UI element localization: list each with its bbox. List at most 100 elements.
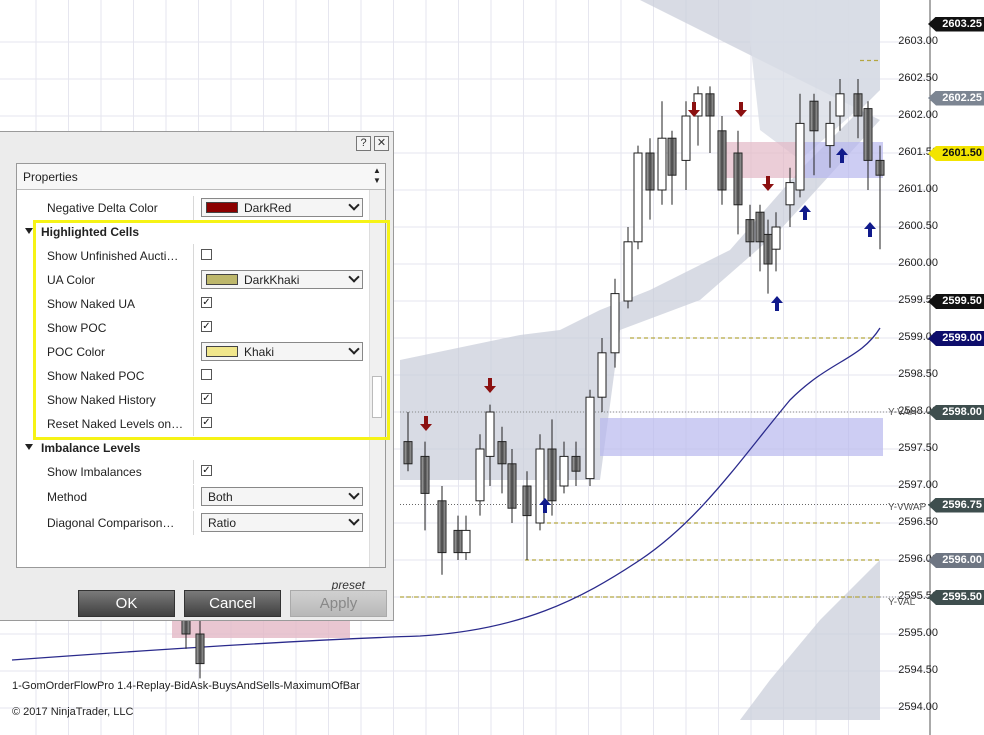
candle-body	[507, 463, 517, 509]
expand-triangle-icon[interactable]	[25, 444, 33, 450]
help-button[interactable]: ?	[356, 136, 371, 151]
candle-body	[597, 352, 607, 398]
candle-body	[535, 448, 545, 524]
cancel-button[interactable]: Cancel	[184, 590, 281, 617]
candle-body	[547, 448, 557, 502]
level-label-val: Y-VAL	[888, 597, 916, 608]
property-label: Method	[47, 490, 88, 504]
close-button[interactable]: ✕	[374, 136, 389, 151]
column-divider	[193, 511, 194, 535]
candle-body	[755, 211, 765, 243]
highlight-annotation	[33, 220, 390, 440]
candle-body	[809, 100, 819, 132]
candle-body	[785, 182, 795, 206]
candle-body	[763, 233, 773, 265]
price-tag: 2602.25	[928, 90, 984, 106]
candle-body	[875, 159, 885, 176]
candle-body	[745, 219, 755, 243]
buy-arrow	[864, 222, 876, 237]
candle-body	[657, 137, 667, 191]
ok-button[interactable]: OK	[78, 590, 175, 617]
candle-body	[667, 137, 677, 176]
dropdown-value: Both	[208, 490, 233, 504]
candle-body	[681, 115, 691, 161]
candle-body	[623, 241, 633, 302]
candle-body	[453, 529, 463, 554]
property-row[interactable]: Negative Delta Color DarkRed	[17, 196, 371, 220]
value-area-lower	[740, 560, 880, 720]
candle-body	[461, 529, 471, 554]
price-tag: 2599.00	[928, 331, 984, 346]
candle-body	[733, 152, 743, 206]
price-axis-label: 2595.00	[898, 627, 938, 639]
candle-body	[585, 396, 595, 480]
price-axis-label: 2603.00	[898, 35, 938, 47]
candle-body	[403, 441, 413, 465]
property-label: Show Imbalances	[47, 465, 142, 479]
buy-arrow	[771, 296, 783, 311]
chevron-down-icon	[348, 488, 360, 500]
candle-body	[485, 411, 495, 457]
price-axis-label: 2600.00	[898, 257, 938, 269]
chevron-down-icon	[348, 514, 360, 526]
price-tag: 2595.50	[928, 590, 984, 605]
color-dropdown[interactable]: DarkRed	[201, 198, 363, 217]
candle-body	[571, 455, 581, 472]
candle-body	[181, 618, 191, 635]
candle-body	[705, 93, 715, 117]
column-divider	[193, 485, 194, 509]
level-label-vwap: Y-VWAP	[888, 502, 927, 513]
select-dropdown[interactable]: Both	[201, 487, 363, 506]
column-divider	[193, 196, 194, 220]
price-axis-label: 2601.00	[898, 183, 938, 195]
level-label-vah: Y-VAH	[888, 407, 917, 418]
candle-body	[559, 455, 569, 487]
candle-body	[771, 226, 781, 250]
price-axis-label: 2594.00	[898, 701, 938, 713]
property-row[interactable]: Show Imbalances ✓	[17, 460, 371, 484]
property-row[interactable]: Diagonal Comparison… Ratio	[17, 511, 371, 535]
candle-body	[437, 500, 447, 554]
price-tag: 2598.00	[928, 405, 984, 420]
candle-body	[853, 93, 863, 117]
property-label: Negative Delta Color	[47, 201, 158, 215]
sell-arrow	[735, 102, 747, 117]
candle-body	[475, 448, 485, 502]
price-tag: 2601.50	[928, 146, 984, 161]
price-tag: 2596.00	[928, 553, 984, 568]
properties-header: Properties ▲ ▼	[17, 164, 385, 190]
indicator-label: 1-GomOrderFlowPro 1.4-Replay-BidAsk-Buys…	[12, 680, 360, 692]
property-row[interactable]: Method Both	[17, 485, 371, 509]
apply-button[interactable]: Apply	[290, 590, 387, 617]
color-swatch	[206, 202, 238, 213]
candle-body	[610, 293, 620, 354]
candle-body	[195, 633, 205, 665]
copyright-text: © 2017 NinjaTrader, LLC	[12, 706, 134, 718]
price-axis-label: 2602.50	[898, 72, 938, 84]
price-axis-label: 2602.00	[898, 109, 938, 121]
header-scroll-arrows[interactable]: ▲ ▼	[371, 166, 383, 186]
buy-arrow	[799, 205, 811, 220]
candle-body	[633, 152, 643, 243]
candle-body	[420, 455, 430, 494]
expand-triangle-icon[interactable]	[25, 228, 33, 234]
sell-arrow	[762, 176, 774, 191]
price-axis-label: 2596.50	[898, 516, 938, 528]
chevron-down-icon	[348, 199, 360, 211]
candle-body	[717, 130, 727, 191]
candle-body	[795, 122, 805, 191]
dropdown-value: Ratio	[208, 516, 237, 530]
imbalance-zone-blue	[600, 418, 883, 456]
dropdown-value: DarkRed	[244, 201, 292, 215]
price-tag: 2603.25	[928, 16, 984, 32]
property-label: Diagonal Comparison…	[47, 516, 175, 530]
candle-body	[835, 93, 845, 117]
price-axis-label: 2594.50	[898, 664, 938, 676]
select-dropdown[interactable]: Ratio	[201, 513, 363, 532]
price-axis-label: 2597.50	[898, 442, 938, 454]
candle-body	[497, 441, 507, 465]
price-tag: 2596.75	[928, 497, 984, 513]
candle-body	[522, 485, 532, 517]
checkbox[interactable]: ✓	[201, 465, 212, 476]
price-axis-label: 2600.50	[898, 220, 938, 232]
